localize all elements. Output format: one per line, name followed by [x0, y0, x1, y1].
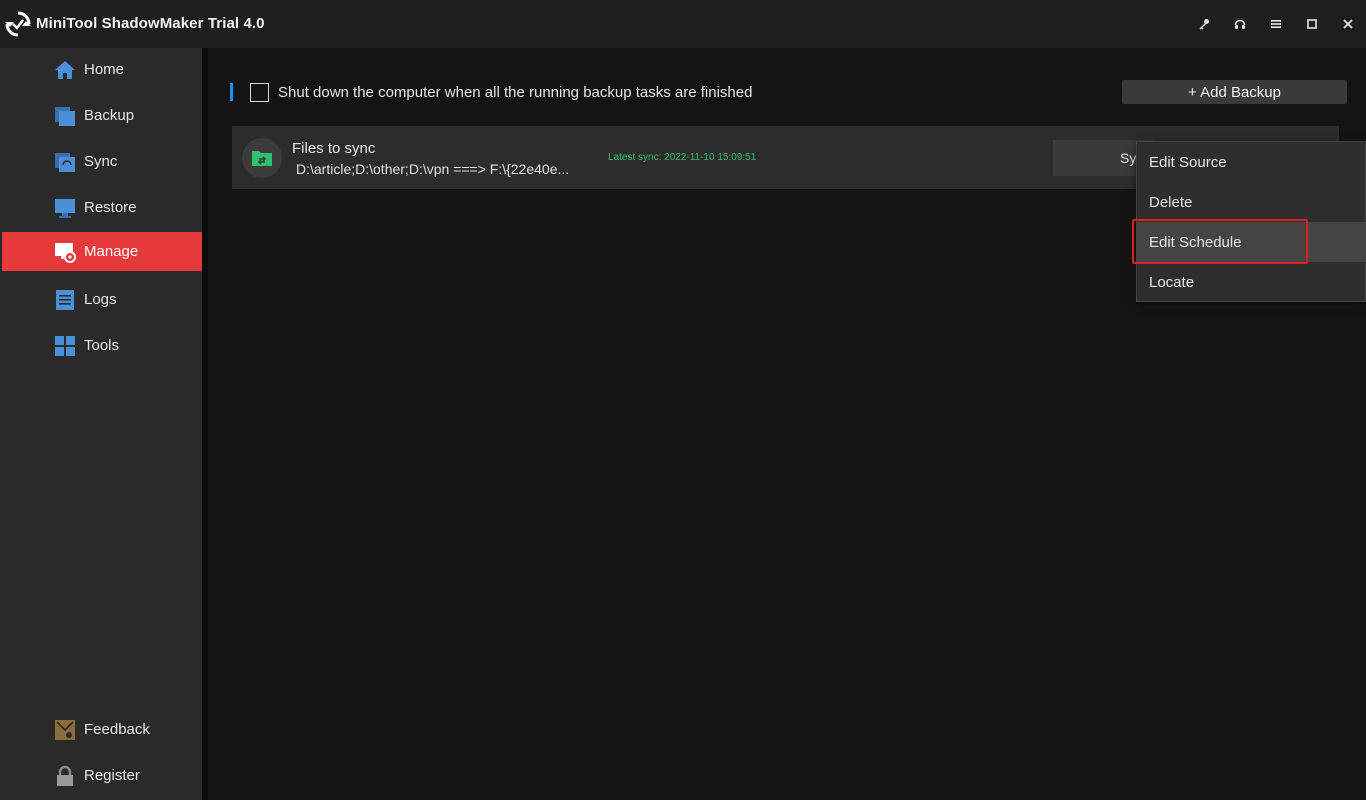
headset-icon[interactable]: [1222, 0, 1258, 48]
sidebar-item-label: Sync: [84, 153, 118, 170]
lock-icon: [57, 765, 73, 786]
sidebar-item-label: Manage: [84, 243, 139, 260]
app-title: MiniTool ShadowMaker Trial 4.0: [36, 15, 265, 32]
sidebar-item-home[interactable]: Home: [2, 50, 202, 89]
sidebar-item-restore[interactable]: Restore: [2, 188, 202, 227]
sidebar-item-label: Logs: [84, 291, 117, 308]
backup-icon: [55, 107, 75, 126]
shutdown-checkbox[interactable]: [250, 83, 269, 102]
key-icon[interactable]: [1186, 0, 1222, 48]
sidebar-item-label: Feedback: [84, 721, 150, 738]
sidebar-item-backup[interactable]: Backup: [2, 96, 202, 135]
task-path: D:\article;D:\other;D:\vpn ===> F:\{22e4…: [296, 161, 570, 177]
highlight-annotation-box: [1132, 219, 1308, 264]
feedback-icon: [55, 720, 75, 740]
sidebar-item-tools[interactable]: Tools: [2, 326, 202, 365]
title-bar: MiniTool ShadowMaker Trial 4.0: [0, 0, 1366, 48]
tools-icon: [55, 336, 75, 356]
sidebar-item-feedback[interactable]: Feedback: [2, 710, 202, 749]
sidebar-item-label: Tools: [84, 337, 120, 354]
sidebar: Home Backup Sync Restore Manage Logs Too…: [0, 48, 202, 800]
sidebar-item-label: Backup: [84, 107, 135, 124]
manage-icon: [55, 243, 76, 263]
sidebar-item-label: Restore: [84, 199, 137, 216]
menu-icon[interactable]: [1258, 0, 1294, 48]
restore-icon: [55, 199, 75, 218]
latest-sync-time: Latest sync: 2022-11-10 15:09:51: [608, 152, 757, 163]
window-controls: [1186, 0, 1366, 48]
sync-icon: [55, 153, 75, 172]
menu-item-delete[interactable]: Delete: [1137, 182, 1365, 222]
close-icon[interactable]: [1330, 0, 1366, 48]
logs-icon: [56, 290, 74, 310]
maximize-icon[interactable]: [1294, 0, 1330, 48]
sidebar-item-manage[interactable]: Manage: [2, 232, 202, 271]
sidebar-item-logs[interactable]: Logs: [2, 280, 202, 319]
sidebar-item-label: Register: [84, 767, 140, 784]
sidebar-item-sync[interactable]: Sync: [2, 142, 202, 181]
task-name: Files to sync: [292, 140, 376, 157]
shutdown-label: Shut down the computer when all the runn…: [278, 84, 753, 101]
section-accent-bar: [230, 83, 233, 101]
app-logo-icon: [5, 11, 31, 37]
home-icon: [55, 61, 75, 79]
menu-item-edit-source[interactable]: Edit Source: [1137, 142, 1365, 182]
task-icon: [242, 138, 282, 178]
add-backup-button[interactable]: + Add Backup: [1122, 80, 1347, 104]
sidebar-item-label: Home: [84, 61, 125, 78]
sidebar-item-register[interactable]: Register: [2, 756, 202, 795]
menu-item-locate[interactable]: Locate: [1137, 262, 1365, 302]
folder-sync-icon: [252, 151, 272, 166]
